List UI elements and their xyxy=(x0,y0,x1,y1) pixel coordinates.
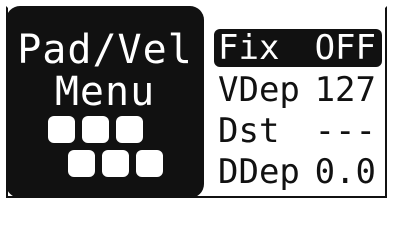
param-row-fix[interactable]: Fix OFF xyxy=(214,29,382,67)
pad-icon xyxy=(48,116,75,143)
param-value: 0.0 xyxy=(314,152,376,192)
menu-title: Pad/Vel xyxy=(17,27,193,73)
param-row-vdep[interactable]: VDep 127 xyxy=(214,71,382,109)
param-row-ddep[interactable]: DDep 0.0 xyxy=(214,153,382,191)
pad-icon xyxy=(136,150,163,177)
pad-icon xyxy=(68,150,95,177)
pad-icon xyxy=(116,116,143,143)
param-name: Fix xyxy=(218,28,280,68)
param-name: Dst xyxy=(218,111,280,151)
menu-panel: Pad/Vel Menu xyxy=(6,6,204,198)
param-value: 127 xyxy=(314,70,376,110)
pad-icon xyxy=(102,150,129,177)
param-name: DDep xyxy=(218,152,300,192)
param-row-dst[interactable]: Dst --- xyxy=(214,112,382,150)
param-name: VDep xyxy=(218,70,300,110)
lcd-screen: Pad/Vel Menu Fix OFF VDep 127 Dst --- DD… xyxy=(0,0,393,204)
param-value: --- xyxy=(314,111,376,151)
pad-icon xyxy=(82,116,109,143)
menu-subtitle: Menu xyxy=(54,69,156,115)
param-value: OFF xyxy=(314,28,376,68)
